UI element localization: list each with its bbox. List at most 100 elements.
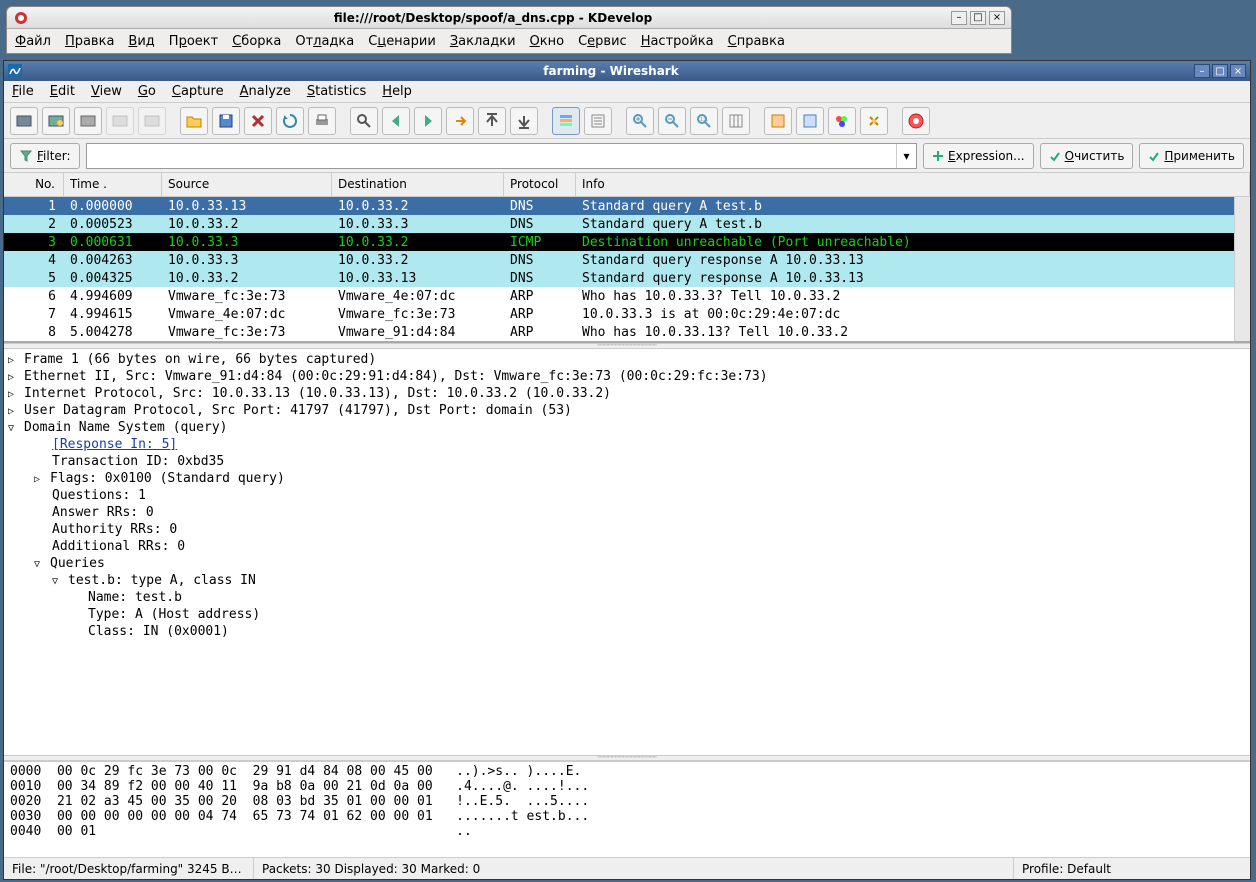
save-icon[interactable] (212, 107, 240, 135)
menu-capture[interactable]: Capture (172, 84, 224, 99)
collapse-icon[interactable] (34, 556, 46, 571)
kdevelop-titlebar[interactable]: file:///root/Desktop/spoof/a_dns.cpp - K… (7, 7, 1011, 29)
tree-item[interactable]: Frame 1 (66 bytes on wire, 66 bytes capt… (4, 351, 1250, 368)
chevron-down-icon[interactable]: ▾ (896, 144, 916, 168)
close-button[interactable]: × (1230, 64, 1246, 78)
zoom-out-icon[interactable] (658, 107, 686, 135)
menu-statistics[interactable]: Statistics (307, 84, 366, 99)
menu-edit[interactable]: Edit (50, 84, 75, 99)
go-forward-icon[interactable] (414, 107, 442, 135)
restart-capture-icon[interactable] (138, 107, 166, 135)
menu-window[interactable]: Окно (530, 34, 565, 49)
print-icon[interactable] (308, 107, 336, 135)
menu-build[interactable]: Сборка (232, 34, 281, 49)
tree-item[interactable]: test.b: type A, class IN (4, 572, 1250, 589)
expand-icon[interactable] (34, 471, 46, 486)
wireshark-titlebar[interactable]: farming - Wireshark – □ × (4, 61, 1250, 81)
capture-filters-icon[interactable] (764, 107, 792, 135)
expand-icon[interactable] (8, 386, 20, 401)
status-profile[interactable]: Profile: Default (1014, 858, 1250, 879)
capture-options-icon[interactable] (42, 107, 70, 135)
packet-list-header[interactable]: No. Time . Source Destination Protocol I… (4, 173, 1250, 197)
clear-button[interactable]: Очистить (1040, 143, 1134, 169)
col-header-time[interactable]: Time . (64, 173, 162, 196)
col-header-info[interactable]: Info (576, 173, 1250, 196)
filter-button[interactable]: Filter: (10, 143, 80, 169)
col-header-source[interactable]: Source (162, 173, 332, 196)
apply-button[interactable]: Применить (1139, 143, 1244, 169)
tree-item[interactable]: Flags: 0x0100 (Standard query) (4, 470, 1250, 487)
filter-input[interactable] (87, 144, 896, 168)
minimize-button[interactable]: – (951, 11, 967, 25)
coloring-rules-icon[interactable] (828, 107, 856, 135)
packet-row[interactable]: 74.994615Vmware_4e:07:dcVmware_fc:3e:73A… (4, 305, 1234, 323)
packet-row[interactable]: 64.994609Vmware_fc:3e:73Vmware_4e:07:dcA… (4, 287, 1234, 305)
minimize-button[interactable]: – (1194, 64, 1210, 78)
expand-icon[interactable] (8, 369, 20, 384)
maximize-button[interactable]: □ (970, 11, 986, 25)
close-button[interactable]: × (989, 11, 1005, 25)
expression-button[interactable]: Expression... (923, 143, 1034, 169)
go-first-icon[interactable] (478, 107, 506, 135)
menu-analyze[interactable]: Analyze (240, 84, 291, 99)
tree-item[interactable]: Domain Name System (query) (4, 419, 1250, 436)
scrollbar[interactable] (1234, 197, 1250, 341)
packet-details-pane[interactable]: Frame 1 (66 bytes on wire, 66 bytes capt… (4, 349, 1250, 755)
menu-file[interactable]: Файл (15, 34, 51, 49)
colorize-icon[interactable] (552, 107, 580, 135)
start-capture-icon[interactable] (74, 107, 102, 135)
packet-row[interactable]: 30.00063110.0.33.310.0.33.2ICMPDestinati… (4, 233, 1234, 251)
menu-help[interactable]: Справка (728, 34, 785, 49)
packet-row[interactable]: 10.00000010.0.33.1310.0.33.2DNSStandard … (4, 197, 1234, 215)
collapse-icon[interactable] (52, 573, 64, 588)
open-icon[interactable] (180, 107, 208, 135)
go-last-icon[interactable] (510, 107, 538, 135)
expand-icon[interactable] (8, 352, 20, 367)
packet-row[interactable]: 85.004278Vmware_fc:3e:73Vmware_91:d4:84A… (4, 323, 1234, 341)
tree-item[interactable]: Authority RRs: 0 (4, 521, 1250, 538)
expand-icon[interactable] (8, 403, 20, 418)
tree-item[interactable]: Name: test.b (4, 589, 1250, 606)
tree-item[interactable]: Transaction ID: 0xbd35 (4, 453, 1250, 470)
filter-combo[interactable]: ▾ (86, 143, 917, 169)
menu-file[interactable]: File (12, 84, 34, 99)
maximize-button[interactable]: □ (1212, 64, 1228, 78)
tree-item[interactable]: Questions: 1 (4, 487, 1250, 504)
tree-item[interactable]: Additional RRs: 0 (4, 538, 1250, 555)
help-icon[interactable] (902, 107, 930, 135)
packet-list-body[interactable]: 10.00000010.0.33.1310.0.33.2DNSStandard … (4, 197, 1234, 341)
find-icon[interactable] (350, 107, 378, 135)
menu-scripts[interactable]: Сценарии (368, 34, 436, 49)
col-header-proto[interactable]: Protocol (504, 173, 576, 196)
preferences-icon[interactable] (860, 107, 888, 135)
auto-scroll-icon[interactable] (584, 107, 612, 135)
col-header-no[interactable]: No. (4, 173, 64, 196)
tree-item[interactable]: Class: IN (0x0001) (4, 623, 1250, 640)
menu-debug[interactable]: Отладка (295, 34, 354, 49)
stop-capture-icon[interactable] (106, 107, 134, 135)
menu-go[interactable]: Go (138, 84, 156, 99)
menu-project[interactable]: Проект (169, 34, 218, 49)
reload-icon[interactable] (276, 107, 304, 135)
tree-item[interactable]: Ethernet II, Src: Vmware_91:d4:84 (00:0c… (4, 368, 1250, 385)
packet-row[interactable]: 40.00426310.0.33.310.0.33.2DNSStandard q… (4, 251, 1234, 269)
menu-view[interactable]: View (91, 84, 122, 99)
go-to-icon[interactable] (446, 107, 474, 135)
collapse-icon[interactable] (8, 420, 20, 435)
menu-service[interactable]: Сервис (578, 34, 627, 49)
go-back-icon[interactable] (382, 107, 410, 135)
zoom-in-icon[interactable] (626, 107, 654, 135)
resize-columns-icon[interactable] (722, 107, 750, 135)
tree-item[interactable]: Queries (4, 555, 1250, 572)
tree-item[interactable]: Internet Protocol, Src: 10.0.33.13 (10.0… (4, 385, 1250, 402)
menu-bookmarks[interactable]: Закладки (450, 34, 516, 49)
col-header-dest[interactable]: Destination (332, 173, 504, 196)
packet-row[interactable]: 50.00432510.0.33.210.0.33.13DNSStandard … (4, 269, 1234, 287)
menu-settings[interactable]: Настройка (641, 34, 714, 49)
menu-view[interactable]: Вид (128, 34, 154, 49)
tree-item[interactable]: Answer RRs: 0 (4, 504, 1250, 521)
display-filters-icon[interactable] (796, 107, 824, 135)
packet-bytes-pane[interactable]: 0000 00 0c 29 fc 3e 73 00 0c 29 91 d4 84… (4, 761, 1250, 857)
tree-item[interactable]: [Response In: 5] (4, 436, 1250, 453)
tree-item[interactable]: Type: A (Host address) (4, 606, 1250, 623)
